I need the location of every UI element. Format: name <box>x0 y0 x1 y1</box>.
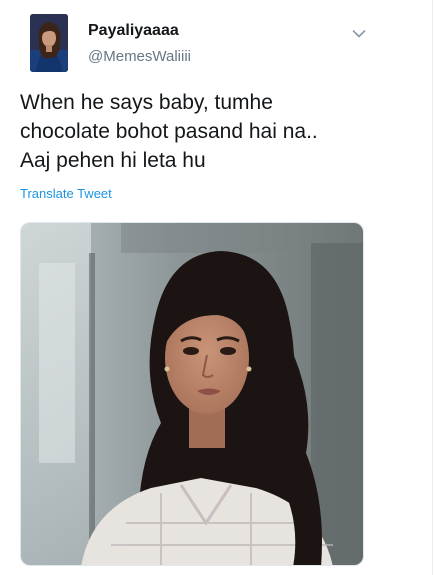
tweet-card: Payaliyaaaa @MemesWaliiii When he says b… <box>0 0 435 575</box>
author-handle[interactable]: @MemesWaliiii <box>88 48 191 65</box>
author-name[interactable]: Payaliyaaaa <box>88 22 179 40</box>
tweet-media-image[interactable] <box>20 222 364 566</box>
tweet-text-line: chocolate bohot pasand hai na.. <box>20 120 318 143</box>
avatar-image <box>30 14 68 72</box>
translate-tweet-link[interactable]: Translate Tweet <box>20 186 112 201</box>
tweet-text: When he says baby, tumhe chocolate bohot… <box>20 88 400 175</box>
tweet-text-line: Aaj pehen hi leta hu <box>20 149 206 172</box>
chevron-down-icon[interactable] <box>352 26 366 38</box>
tweet-text-line: When he says baby, tumhe <box>20 91 273 114</box>
divider <box>432 0 433 575</box>
avatar[interactable] <box>30 14 68 72</box>
